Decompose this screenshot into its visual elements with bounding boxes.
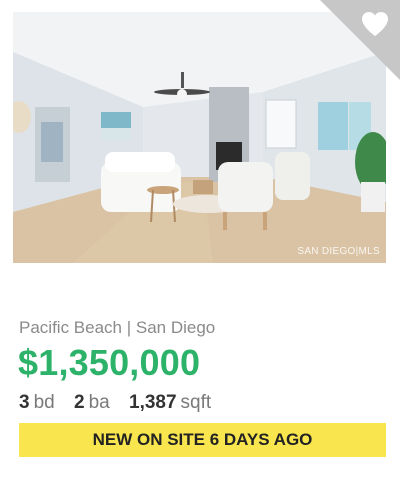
- listing-price: $1,350,000: [18, 342, 201, 383]
- favorite-button[interactable]: [360, 10, 390, 38]
- photo-watermark: SAN DIEGO|MLS: [297, 246, 380, 257]
- beds-count: 3: [19, 392, 30, 413]
- heart-icon: [362, 12, 388, 36]
- beds-stat: 3 bd: [19, 392, 60, 413]
- sqft-count: 1,387: [129, 392, 177, 413]
- new-listing-badge: NEW ON SITE 6 DAYS AGO: [19, 423, 386, 457]
- baths-stat: 2 ba: [74, 392, 115, 413]
- sqft-unit: sqft: [180, 392, 212, 413]
- baths-count: 2: [74, 392, 85, 413]
- listing-location: Pacific Beach | San Diego: [19, 318, 216, 337]
- listing-stats: 3 bd 2 ba 1,387 sqft: [19, 392, 225, 414]
- listing-card[interactable]: SAN DIEGO|MLS Pacific Beach | San Diego …: [0, 0, 400, 477]
- beds-unit: bd: [33, 392, 55, 413]
- baths-unit: ba: [88, 392, 110, 413]
- sqft-stat: 1,387 sqft: [129, 392, 211, 413]
